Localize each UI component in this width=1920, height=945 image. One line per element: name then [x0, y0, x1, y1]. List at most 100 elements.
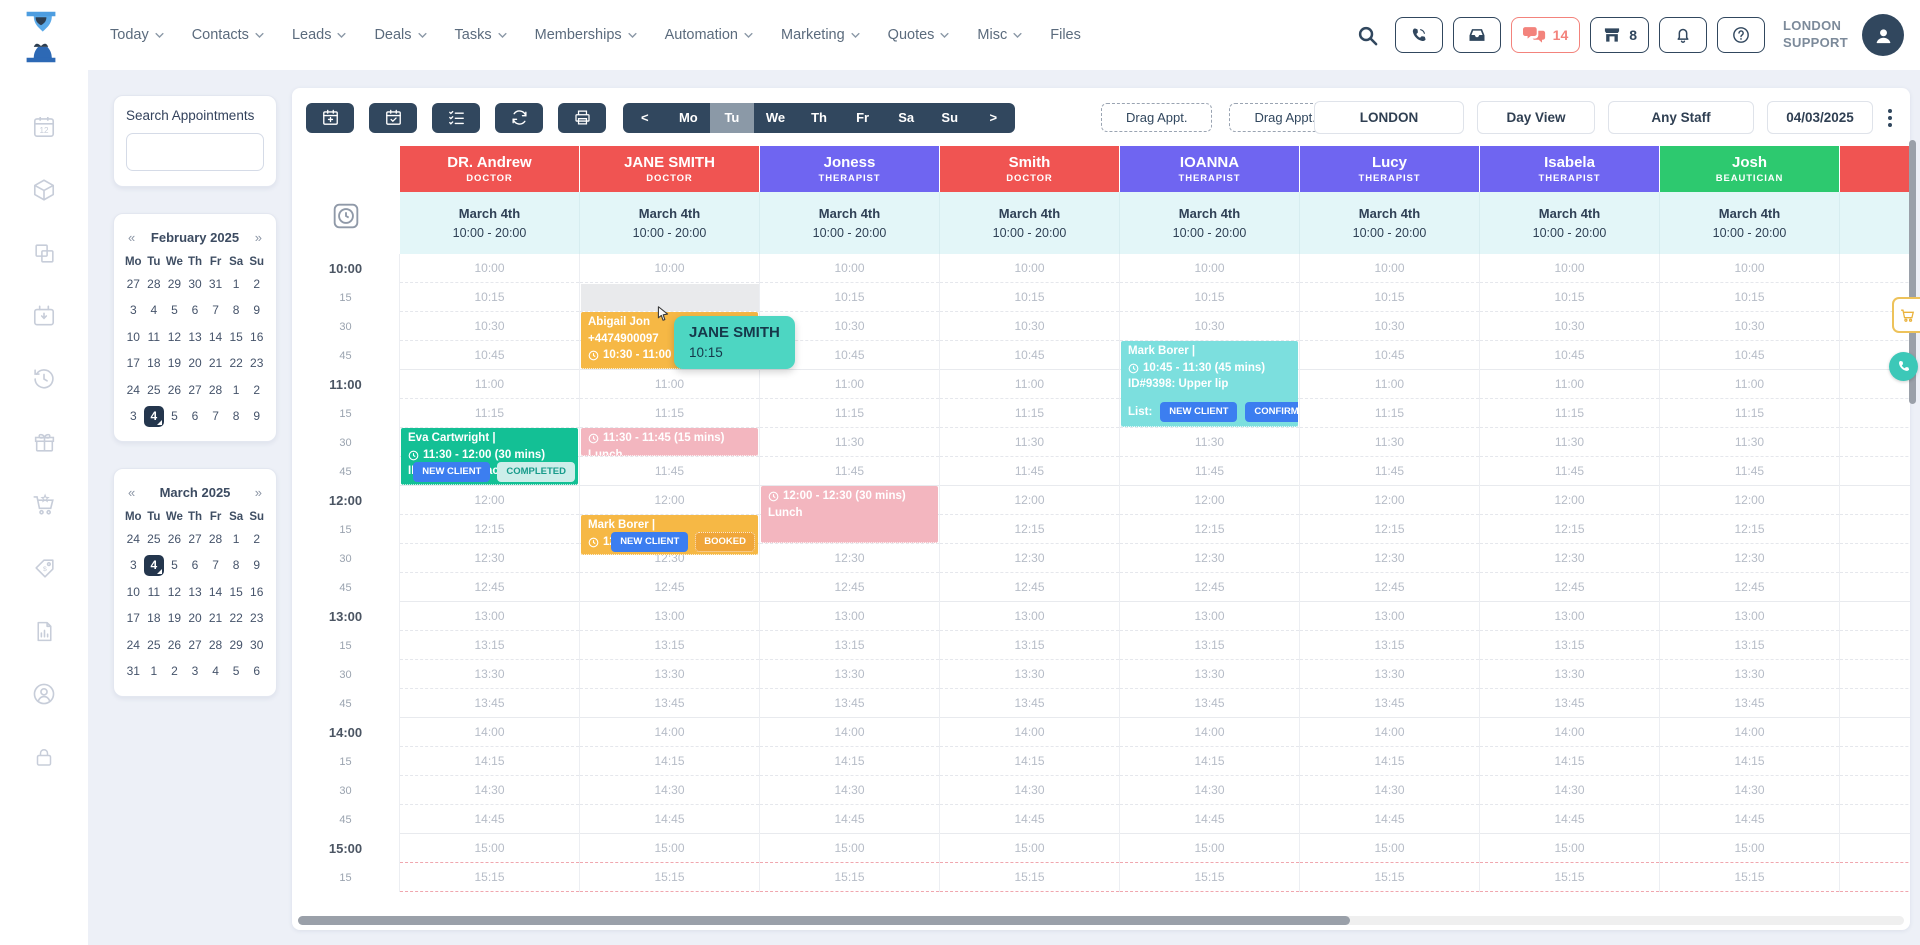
time-slot[interactable]: 13:45 [940, 689, 1119, 718]
time-slot[interactable]: 15:00 [1300, 834, 1479, 863]
staff-column-header[interactable]: SmithDOCTOR [940, 146, 1120, 192]
calendar-day[interactable]: 14 [205, 327, 226, 348]
location-select[interactable]: LONDON [1314, 101, 1464, 134]
calendar-day[interactable]: 7 [205, 555, 226, 576]
calendar-day[interactable]: 7 [205, 406, 226, 427]
time-slot[interactable]: 13:00 [940, 602, 1119, 631]
time-slot[interactable]: 13:15 [1660, 631, 1839, 660]
time-slot[interactable]: 13:15 [400, 631, 579, 660]
time-slot[interactable]: 10:45 [1660, 341, 1839, 370]
pending-appointments-icon[interactable] [292, 192, 400, 254]
calendar-day[interactable]: 31 [123, 661, 144, 682]
calendar-day[interactable]: 24 [123, 380, 144, 401]
time-slot[interactable]: 15:15 [1120, 863, 1299, 892]
time-slot[interactable]: 12:15 [1480, 515, 1659, 544]
refresh-button[interactable] [495, 103, 543, 133]
calendar-day[interactable]: 19 [164, 353, 185, 374]
time-slot[interactable]: 12:30 [1480, 544, 1659, 573]
calendar-day[interactable]: 5 [164, 406, 185, 427]
time-slot[interactable]: 11:00 [760, 370, 939, 399]
rail-item-calendar-import[interactable] [29, 301, 59, 331]
time-slot[interactable]: 14:45 [940, 805, 1119, 834]
time-slot[interactable]: 15:00 [400, 834, 579, 863]
time-slot[interactable]: 14:15 [760, 747, 939, 776]
calendar-day[interactable]: 8 [226, 300, 247, 321]
weekday-button-we[interactable]: We [754, 103, 798, 133]
calendar-day[interactable]: 4 [205, 661, 226, 682]
time-slot[interactable]: 13:30 [1300, 660, 1479, 689]
time-slot[interactable]: 14:30 [760, 776, 939, 805]
time-slot[interactable]: 11:00 [580, 370, 759, 399]
time-slot[interactable]: 14:45 [760, 805, 939, 834]
next-month-button[interactable]: » [255, 230, 262, 245]
drag-appointment-button[interactable]: Drag Appt. [1101, 103, 1212, 132]
time-slot[interactable]: 14:45 [1480, 805, 1659, 834]
shop-button[interactable]: 8 [1590, 17, 1649, 53]
time-slot[interactable]: 14:30 [940, 776, 1119, 805]
calendar-day[interactable]: 10 [123, 582, 144, 603]
time-slot[interactable]: 12:45 [400, 573, 579, 602]
time-slot[interactable]: 10:30 [400, 312, 579, 341]
time-slot[interactable]: 14:00 [940, 718, 1119, 747]
time-slot[interactable]: 15:00 [1840, 834, 1910, 863]
calendar-day[interactable]: 4 [144, 300, 165, 321]
nav-item-contacts[interactable]: Contacts [192, 27, 264, 43]
time-slot[interactable]: 14:00 [760, 718, 939, 747]
time-slot[interactable]: 14:15 [1300, 747, 1479, 776]
calendar-day[interactable]: 1 [226, 380, 247, 401]
staff-column-header[interactable]: IOANNATHERAPIST [1120, 146, 1300, 192]
time-slot[interactable]: 12:30 [1120, 544, 1299, 573]
calendar-day[interactable]: 29 [226, 635, 247, 656]
time-slot[interactable]: 10:00 [1300, 254, 1479, 283]
calendar-day[interactable]: 18 [144, 353, 165, 374]
time-slot[interactable]: 14:30 [1480, 776, 1659, 805]
appointment[interactable]: Mark Borer |12:15 -NEW CLIENTBOOKED [581, 515, 758, 555]
staff-column-header[interactable]: DR. AndrewDOCTOR [400, 146, 580, 192]
time-slot[interactable]: 12:15 [1660, 515, 1839, 544]
time-slot[interactable]: 12:30 [1300, 544, 1479, 573]
calendar-day[interactable]: 1 [226, 529, 247, 550]
time-slot[interactable]: 10:15 [940, 283, 1119, 312]
time-slot[interactable]: 11:45 [1300, 457, 1479, 486]
time-slot[interactable]: 10:45 [1480, 341, 1659, 370]
calendar-day[interactable]: 25 [144, 380, 165, 401]
bell-button[interactable] [1659, 17, 1707, 53]
time-slot[interactable]: 14:30 [400, 776, 579, 805]
calendar-day[interactable]: 28 [205, 529, 226, 550]
time-slot[interactable]: 14:00 [1840, 718, 1910, 747]
time-slot[interactable]: 11:45 [580, 457, 759, 486]
time-slot[interactable]: 10:45 [400, 341, 579, 370]
prev-day-button[interactable]: < [623, 103, 667, 133]
calendar-day[interactable]: 22 [226, 608, 247, 629]
time-slot[interactable]: 11:15 [1660, 399, 1839, 428]
time-slot[interactable]: 12:00 [1660, 486, 1839, 515]
time-slot[interactable]: 12:00 [1840, 486, 1910, 515]
time-slot[interactable]: 13:45 [400, 689, 579, 718]
time-slot[interactable]: 13:45 [1480, 689, 1659, 718]
calendar-day[interactable]: 13 [185, 327, 206, 348]
calendar-day[interactable]: 5 [164, 555, 185, 576]
time-slot[interactable]: 14:30 [580, 776, 759, 805]
time-slot[interactable]: 13:00 [760, 602, 939, 631]
calendar-day[interactable]: 26 [164, 635, 185, 656]
calendar-day[interactable]: 31 [205, 274, 226, 295]
time-slot[interactable]: 14:15 [1480, 747, 1659, 776]
rail-item-calendar-date[interactable]: 12 [29, 112, 59, 142]
calendar-day[interactable]: 11 [144, 327, 165, 348]
calendar-day[interactable]: 2 [246, 529, 267, 550]
nav-item-today[interactable]: Today [110, 27, 164, 43]
time-slot[interactable]: 13:45 [580, 689, 759, 718]
time-slot[interactable]: 14:45 [580, 805, 759, 834]
calendar-day[interactable]: 26 [164, 380, 185, 401]
time-slot[interactable]: 15:15 [1480, 863, 1659, 892]
calendar-day[interactable]: 2 [164, 661, 185, 682]
time-slot[interactable]: 13:00 [400, 602, 579, 631]
time-slot[interactable]: 13:30 [760, 660, 939, 689]
calendar-day[interactable]: 23 [246, 353, 267, 374]
time-slot[interactable]: 13:45 [1300, 689, 1479, 718]
time-slot[interactable]: 11:45 [1660, 457, 1839, 486]
time-slot[interactable]: 13:45 [1660, 689, 1839, 718]
weekday-button-su[interactable]: Su [928, 103, 972, 133]
calendar-day[interactable]: 9 [246, 406, 267, 427]
calendar-add-button[interactable] [306, 103, 354, 133]
